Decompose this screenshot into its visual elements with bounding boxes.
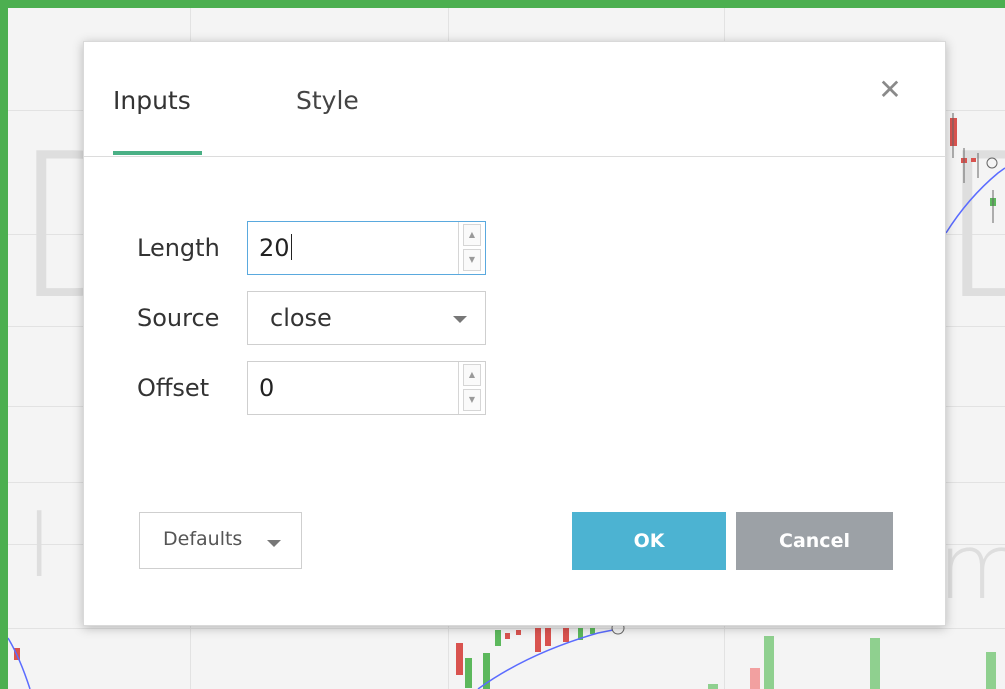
increment-button[interactable]: ▲ (463, 364, 481, 386)
increment-button[interactable]: ▲ (463, 224, 481, 246)
offset-label: Offset (137, 374, 210, 402)
tab-style[interactable]: Style (296, 86, 359, 115)
length-value: 20 (259, 234, 290, 262)
volume-bar (708, 684, 718, 689)
offset-stepper: ▲ ▼ (458, 362, 485, 414)
source-label: Source (137, 304, 220, 332)
offset-input[interactable]: 0 ▲ ▼ (247, 361, 486, 415)
candle (516, 630, 521, 635)
defaults-button[interactable]: Defaults (139, 512, 302, 569)
candle (505, 633, 510, 639)
candle (495, 630, 501, 646)
decrement-button[interactable]: ▼ (463, 249, 481, 271)
volume-bar (870, 638, 880, 689)
volume-bar (764, 636, 774, 689)
decrement-button[interactable]: ▼ (463, 389, 481, 411)
moving-average-line (945, 167, 1005, 234)
moving-average-line (8, 637, 31, 689)
indicator-settings-dialog: Inputs Style ✕ Length 20 ▲ ▼ Source clos… (83, 41, 946, 626)
source-value: close (270, 304, 332, 332)
chevron-down-icon (267, 540, 281, 547)
candle (590, 628, 595, 634)
active-tab-indicator (113, 151, 202, 155)
ok-button[interactable]: OK (572, 512, 726, 570)
length-input[interactable]: 20 ▲ ▼ (247, 221, 486, 275)
length-label: Length (137, 234, 220, 262)
defaults-label: Defaults (163, 528, 243, 550)
tab-bar: Inputs Style (84, 42, 945, 157)
volume-bar (986, 652, 996, 689)
candle (545, 628, 551, 646)
candle (465, 658, 472, 688)
candle (456, 643, 463, 675)
offset-value: 0 (259, 374, 275, 402)
text-caret (290, 234, 292, 260)
tab-inputs[interactable]: Inputs (113, 86, 191, 115)
candle (563, 628, 569, 642)
marker (986, 157, 998, 169)
cancel-button[interactable]: Cancel (736, 512, 893, 570)
close-icon[interactable]: ✕ (876, 76, 904, 104)
length-stepper: ▲ ▼ (458, 222, 485, 274)
volume-bar (750, 668, 760, 689)
chevron-down-icon (453, 316, 467, 323)
candle (535, 628, 541, 652)
candle (971, 158, 976, 162)
source-select[interactable]: close (247, 291, 486, 345)
